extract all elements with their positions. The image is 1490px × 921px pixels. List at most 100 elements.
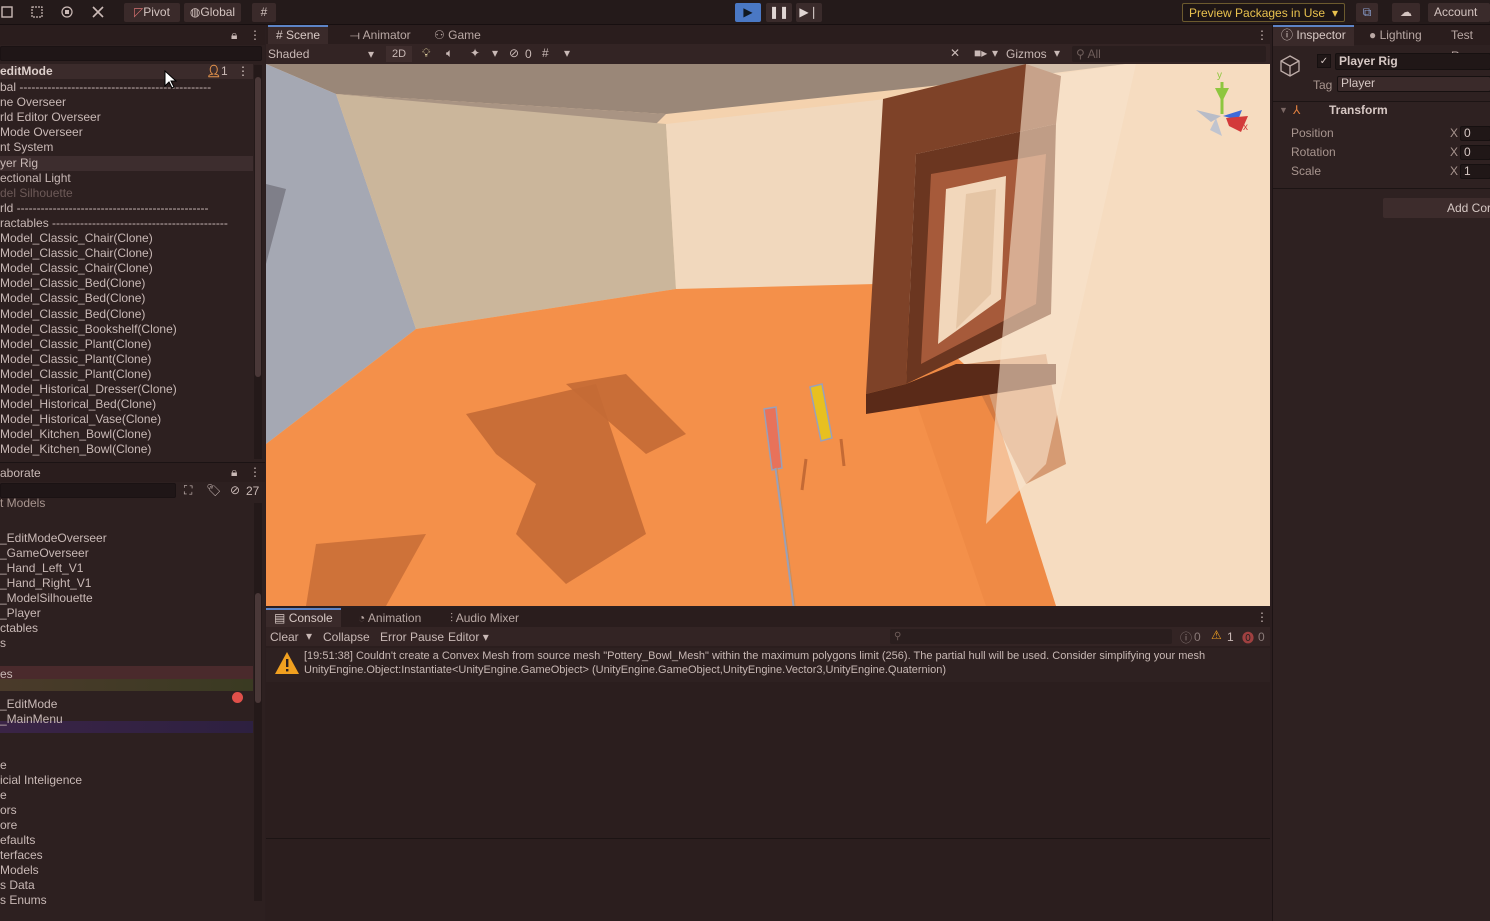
- hierarchy-item[interactable]: Model_Classic_Bookshelf(Clone): [0, 322, 253, 337]
- tag-dropdown[interactable]: Player: [1337, 76, 1490, 92]
- project-item[interactable]: terfaces: [0, 848, 253, 863]
- hierarchy-item[interactable]: ectional Light: [0, 171, 253, 186]
- rotation-x-field[interactable]: 0: [1460, 145, 1490, 160]
- project-item[interactable]: _ModelSilhouette: [0, 591, 253, 606]
- scene-root-row[interactable]: editMode 👤︎ 1 ⋮: [0, 64, 253, 79]
- hierarchy-item[interactable]: yer Rig: [0, 155, 253, 171]
- hierarchy-item[interactable]: Model_Kitchen_Bowl(Clone): [0, 427, 253, 442]
- hierarchy-item[interactable]: Model_Classic_Chair(Clone): [0, 246, 253, 261]
- hierarchy-item[interactable]: Model_Classic_Bed(Clone): [0, 307, 253, 322]
- project-item[interactable]: e: [0, 758, 253, 773]
- hierarchy-item[interactable]: Model_Kitchen_Bowl(Clone): [0, 442, 253, 457]
- project-item[interactable]: s Enums: [0, 893, 253, 908]
- project-item[interactable]: ctables: [0, 621, 253, 636]
- active-checkbox[interactable]: ✓: [1317, 54, 1331, 68]
- hierarchy-item[interactable]: Mode Overseer: [0, 125, 253, 140]
- warning-icon[interactable]: ⚠: [1211, 628, 1222, 642]
- add-component-button[interactable]: Add Cor: [1383, 198, 1490, 218]
- custom-tool-icon[interactable]: [88, 3, 108, 22]
- play-button[interactable]: ▶: [735, 3, 761, 22]
- collapse-button[interactable]: Collapse: [323, 630, 370, 644]
- tab-scene[interactable]: # Scene: [268, 25, 329, 46]
- hierarchy-item[interactable]: Model_Classic_Plant(Clone): [0, 337, 253, 352]
- collab-button[interactable]: ⧉: [1356, 3, 1378, 22]
- project-scroll-thumb[interactable]: [255, 593, 261, 703]
- project-scrollbar[interactable]: [254, 503, 262, 901]
- project-item[interactable]: _EditModeOverseer: [0, 531, 253, 546]
- rect-tool-icon[interactable]: [28, 3, 46, 22]
- cloud-button[interactable]: ☁: [1392, 3, 1420, 22]
- console-search-input[interactable]: ⚲: [890, 629, 1172, 644]
- pause-button[interactable]: ❚❚: [766, 3, 792, 22]
- preview-packages-dropdown[interactable]: Preview Packages in Use ▾: [1182, 3, 1345, 22]
- hierarchy-item[interactable]: nt System: [0, 140, 253, 155]
- hierarchy-item[interactable]: Model_Classic_Bed(Clone): [0, 276, 253, 291]
- more-options-icon[interactable]: ⋮: [1256, 610, 1268, 624]
- tab-inspector[interactable]: ⓘ Inspector: [1273, 25, 1354, 46]
- hierarchy-item[interactable]: Model_Classic_Plant(Clone): [0, 367, 253, 382]
- step-button[interactable]: ▶❘: [796, 3, 822, 22]
- more-options-icon[interactable]: ⋮: [1256, 28, 1268, 42]
- position-x-field[interactable]: 0: [1460, 126, 1490, 141]
- camera-icon[interactable]: ■▸: [974, 46, 987, 60]
- lighting-icon[interactable]: 💡︎: [422, 46, 430, 61]
- hierarchy-item[interactable]: rld Editor Overseer: [0, 110, 253, 125]
- project-item[interactable]: _GameOverseer: [0, 546, 253, 561]
- search-by-type-icon[interactable]: ⛶: [184, 483, 192, 498]
- hierarchy-item[interactable]: Model_Classic_Plant(Clone): [0, 352, 253, 367]
- tools-icon[interactable]: ✕: [950, 46, 960, 60]
- shading-mode-dropdown[interactable]: Shaded ▾: [268, 46, 380, 62]
- project-item[interactable]: _EditMode: [0, 697, 253, 712]
- hierarchy-item[interactable]: Model_Classic_Chair(Clone): [0, 261, 253, 276]
- more-options-icon[interactable]: ⋮: [249, 465, 261, 479]
- lock-icon[interactable]: 🔒︎: [231, 465, 237, 480]
- hidden-objects-icon[interactable]: ⊘: [509, 46, 519, 60]
- project-item[interactable]: _Hand_Left_V1: [0, 561, 253, 576]
- info-icon[interactable]: ⓘ: [1180, 629, 1192, 646]
- project-item[interactable]: s Data: [0, 878, 253, 893]
- grid-icon[interactable]: #: [542, 46, 549, 60]
- error-pause-button[interactable]: Error Pause: [380, 630, 444, 644]
- grid-snap-button[interactable]: #: [252, 3, 276, 22]
- project-item[interactable]: _Hand_Right_V1: [0, 576, 253, 591]
- hierarchy-item[interactable]: Model_Historical_Dresser(Clone): [0, 382, 253, 397]
- tab-lighting[interactable]: ● Lighting: [1361, 25, 1430, 44]
- project-item[interactable]: efaults: [0, 833, 253, 848]
- global-toggle[interactable]: ◍Global: [184, 3, 241, 22]
- tab-animation[interactable]: ◔ Animation: [350, 608, 429, 627]
- more-options-icon[interactable]: ⋮: [249, 28, 261, 42]
- console-log-entry[interactable]: [19:51:38] Couldn't create a Convex Mesh…: [266, 648, 1270, 682]
- hierarchy-scroll-thumb[interactable]: [255, 77, 261, 377]
- hierarchy-item[interactable]: Model_Historical_Bed(Clone): [0, 397, 253, 412]
- tab-test-runner[interactable]: Test Ru: [1443, 25, 1490, 63]
- tab-animator[interactable]: ⟞ Animator: [342, 25, 419, 44]
- gizmos-label[interactable]: Gizmos: [1006, 47, 1047, 61]
- pivot-toggle[interactable]: ◸Pivot: [124, 3, 180, 22]
- tab-audio-mixer[interactable]: ⫶ Audio Mixer: [442, 608, 527, 627]
- chevron-down-icon[interactable]: ▾: [306, 629, 312, 643]
- chevron-down-icon[interactable]: ▾: [1054, 46, 1060, 60]
- move-tool-icon[interactable]: [0, 3, 14, 22]
- project-item[interactable]: es: [0, 667, 253, 682]
- hierarchy-item[interactable]: rld ------------------------------------…: [0, 201, 253, 216]
- account-dropdown[interactable]: Account: [1428, 3, 1490, 22]
- project-item[interactable]: s: [0, 636, 253, 651]
- hidden-packages-icon[interactable]: ⊘: [230, 483, 240, 497]
- chevron-down-icon[interactable]: ▾: [564, 46, 570, 60]
- chevron-down-icon[interactable]: ▾: [492, 46, 498, 60]
- object-name-field[interactable]: Player Rig: [1335, 53, 1490, 70]
- effects-icon[interactable]: ✦: [470, 46, 480, 60]
- chevron-down-icon[interactable]: ▾: [992, 46, 998, 60]
- hierarchy-item[interactable]: Model_Classic_Chair(Clone): [0, 231, 253, 246]
- hierarchy-item[interactable]: Model_Classic_Bed(Clone): [0, 291, 253, 306]
- tab-console[interactable]: ▤ Console: [266, 608, 341, 629]
- tab-game[interactable]: ⚇ Game: [426, 25, 489, 44]
- scene-viewport[interactable]: y x: [266, 64, 1270, 606]
- project-item[interactable]: ore: [0, 818, 253, 833]
- hierarchy-scrollbar[interactable]: [254, 65, 262, 459]
- audio-icon[interactable]: 🔈︎: [446, 46, 453, 61]
- project-item[interactable]: _Player: [0, 606, 253, 621]
- project-item[interactable]: ors: [0, 803, 253, 818]
- hierarchy-item[interactable]: del Silhouette: [0, 186, 253, 201]
- scene-search-input[interactable]: ⚲ All: [1072, 46, 1266, 62]
